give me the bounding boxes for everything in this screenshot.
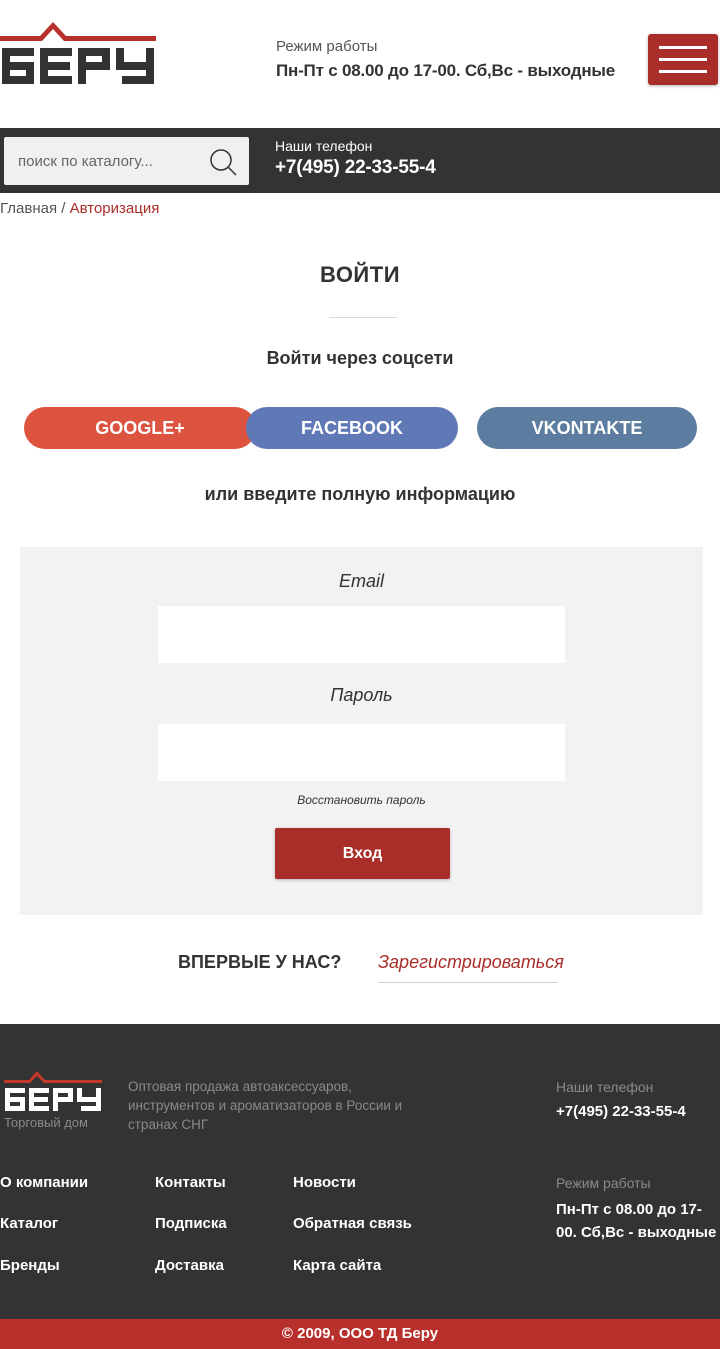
title-divider bbox=[329, 317, 397, 318]
search-box bbox=[4, 137, 249, 185]
footer-link-sitemap[interactable]: Карта сайта bbox=[293, 1257, 381, 1274]
footer-hours-value: Пн-Пт с 08.00 до 17-00. Сб,Вс - выходные bbox=[556, 1201, 717, 1241]
email-label: Email bbox=[338, 571, 384, 591]
footer-link-about[interactable]: О компании bbox=[0, 1174, 88, 1191]
site-logo[interactable] bbox=[0, 20, 156, 90]
login-button[interactable]: Вход bbox=[275, 828, 450, 879]
footer-link-contacts[interactable]: Контакты bbox=[155, 1174, 226, 1191]
phone-number[interactable]: +7(495) 22-33-55-4 bbox=[275, 157, 436, 179]
footer-logo[interactable] bbox=[4, 1070, 102, 1114]
footer-link-catalog[interactable]: Каталог bbox=[0, 1215, 58, 1232]
breadcrumb-home[interactable]: Главная bbox=[0, 200, 57, 217]
facebook-login-button[interactable]: FACEBOOK bbox=[246, 407, 458, 449]
password-field[interactable] bbox=[158, 724, 565, 781]
breadcrumb-current[interactable]: Авторизация bbox=[70, 200, 160, 217]
email-field[interactable] bbox=[158, 606, 565, 663]
footer-link-brands[interactable]: Бренды bbox=[0, 1257, 60, 1274]
work-hours-label: Режим работы bbox=[276, 38, 378, 55]
work-hours: Режим работы Пн-Пт с 08.00 до 17-00. Сб,… bbox=[276, 38, 615, 81]
footer-phone-number[interactable]: +7(495) 22-33-55-4 bbox=[556, 1103, 686, 1120]
social-login-title: Войти через соцсети bbox=[266, 348, 454, 368]
copyright-bar: © 2009, ООО ТД Беру bbox=[0, 1319, 720, 1349]
search-icon[interactable] bbox=[208, 147, 238, 177]
footer-description: Оптовая продажа автоаксессуаров, инструм… bbox=[128, 1079, 403, 1132]
breadcrumb-separator: / bbox=[57, 200, 70, 217]
form-intro-text: или введите полную информацию bbox=[204, 484, 516, 504]
first-time-label: ВПЕРВЫЕ У НАС? bbox=[178, 952, 342, 972]
footer-link-delivery[interactable]: Доставка bbox=[155, 1257, 224, 1274]
menu-button[interactable] bbox=[648, 34, 718, 85]
footer-link-feedback[interactable]: Обратная связь bbox=[293, 1215, 412, 1232]
footer-link-subscribe[interactable]: Подписка bbox=[155, 1215, 227, 1232]
footer-hours-label: Режим работы bbox=[556, 1175, 651, 1191]
site-header: Режим работы Пн-Пт с 08.00 до 17-00. Сб,… bbox=[0, 0, 720, 128]
restore-password-link[interactable]: Восстановить пароль bbox=[20, 793, 703, 807]
hamburger-icon bbox=[659, 46, 707, 49]
breadcrumb: Главная / Авторизация bbox=[0, 200, 159, 217]
footer-link-news[interactable]: Новости bbox=[293, 1174, 356, 1191]
search-input[interactable] bbox=[4, 137, 204, 185]
footer-logo-subtitle: Торговый дом bbox=[4, 1115, 88, 1130]
password-label: Пароль bbox=[330, 685, 393, 705]
header-phone: Наши телефон +7(495) 22-33-55-4 bbox=[275, 138, 436, 179]
login-form: Email Пароль Восстановить пароль Вход bbox=[20, 547, 703, 915]
google-login-button[interactable]: GOOGLE+ bbox=[24, 407, 256, 449]
register-link[interactable]: Зарегистрироваться bbox=[378, 952, 564, 983]
footer-phone-label: Наши телефон bbox=[556, 1079, 654, 1095]
page-title: ВОЙТИ bbox=[319, 262, 400, 287]
phone-label: Наши телефон bbox=[275, 138, 373, 154]
site-footer: Торговый дом Оптовая продажа автоаксессу… bbox=[0, 1024, 720, 1319]
vkontakte-login-button[interactable]: VKONTAKTE bbox=[477, 407, 697, 449]
work-hours-value: Пн-Пт с 08.00 до 17-00. Сб,Вс - выходные bbox=[276, 61, 615, 80]
top-bar: Наши телефон +7(495) 22-33-55-4 bbox=[0, 128, 720, 193]
